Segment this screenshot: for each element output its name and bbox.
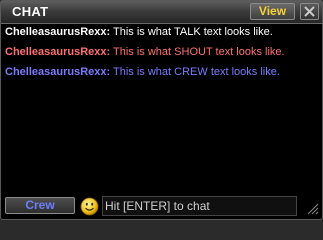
- close-button[interactable]: [300, 3, 319, 20]
- smiley-icon: [80, 197, 99, 216]
- message-shout: ChelleasaurusRexx: This is what SHOUT te…: [5, 46, 316, 66]
- emoji-button[interactable]: [80, 197, 99, 216]
- message-text: This is what TALK text looks like.: [113, 26, 273, 38]
- channel-select-button[interactable]: Crew: [5, 197, 75, 214]
- message-talk: ChelleasaurusRexx: This is what TALK tex…: [5, 26, 316, 46]
- message-sender: ChelleasaurusRexx:: [5, 46, 111, 58]
- view-button[interactable]: View: [250, 3, 295, 20]
- close-icon: [304, 6, 315, 17]
- chat-input-bar: Crew: [1, 194, 322, 219]
- message-sender: ChelleasaurusRexx:: [5, 66, 111, 78]
- message-crew: ChelleasaurusRexx: This is what CREW tex…: [5, 66, 316, 86]
- title-bar[interactable]: CHAT View: [1, 1, 322, 24]
- resize-grip-icon[interactable]: [305, 201, 319, 215]
- chat-window: CHAT View ChelleasaurusRexx: This is wha…: [0, 0, 323, 220]
- window-title: CHAT: [12, 4, 49, 19]
- message-text: This is what CREW text looks like.: [113, 66, 280, 78]
- message-log: ChelleasaurusRexx: This is what TALK tex…: [5, 26, 316, 86]
- message-sender: ChelleasaurusRexx:: [5, 26, 111, 38]
- chat-input[interactable]: [102, 196, 297, 216]
- message-text: This is what SHOUT text looks like.: [113, 46, 285, 58]
